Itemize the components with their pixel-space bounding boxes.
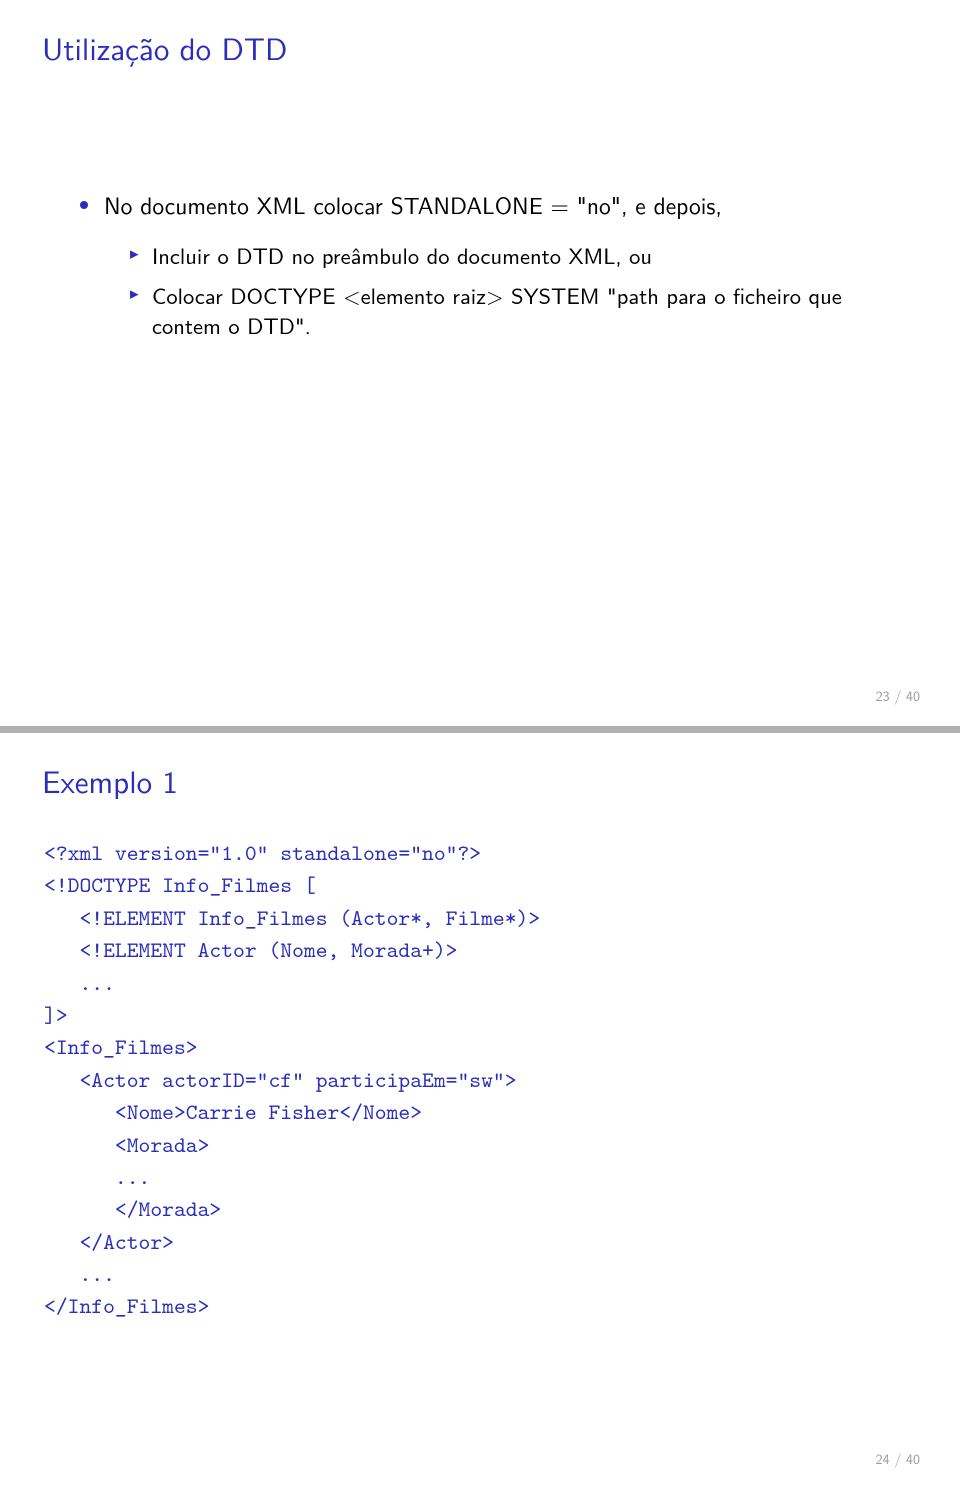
page-number: 23 / 40	[876, 686, 920, 706]
sub-bullet-item: Incluir o DTD no preâmbulo do documento …	[130, 240, 918, 270]
sub-bullet-item: Colocar DOCTYPE <elemento raiz> SYSTEM "…	[130, 280, 918, 341]
page-number: 24 / 40	[876, 1449, 920, 1469]
slide-2: Exemplo 1 <?xml version="1.0" standalone…	[0, 733, 960, 1489]
slide-1: Utilização do DTD No documento XML coloc…	[0, 0, 960, 726]
slide-title: Utilização do DTD	[42, 24, 918, 70]
bullet-item: No documento XML colocar STANDALONE = "n…	[80, 190, 918, 222]
code-block: <?xml version="1.0" standalone="no"?> <!…	[44, 837, 918, 1323]
slide-title: Exemplo 1	[42, 757, 918, 803]
